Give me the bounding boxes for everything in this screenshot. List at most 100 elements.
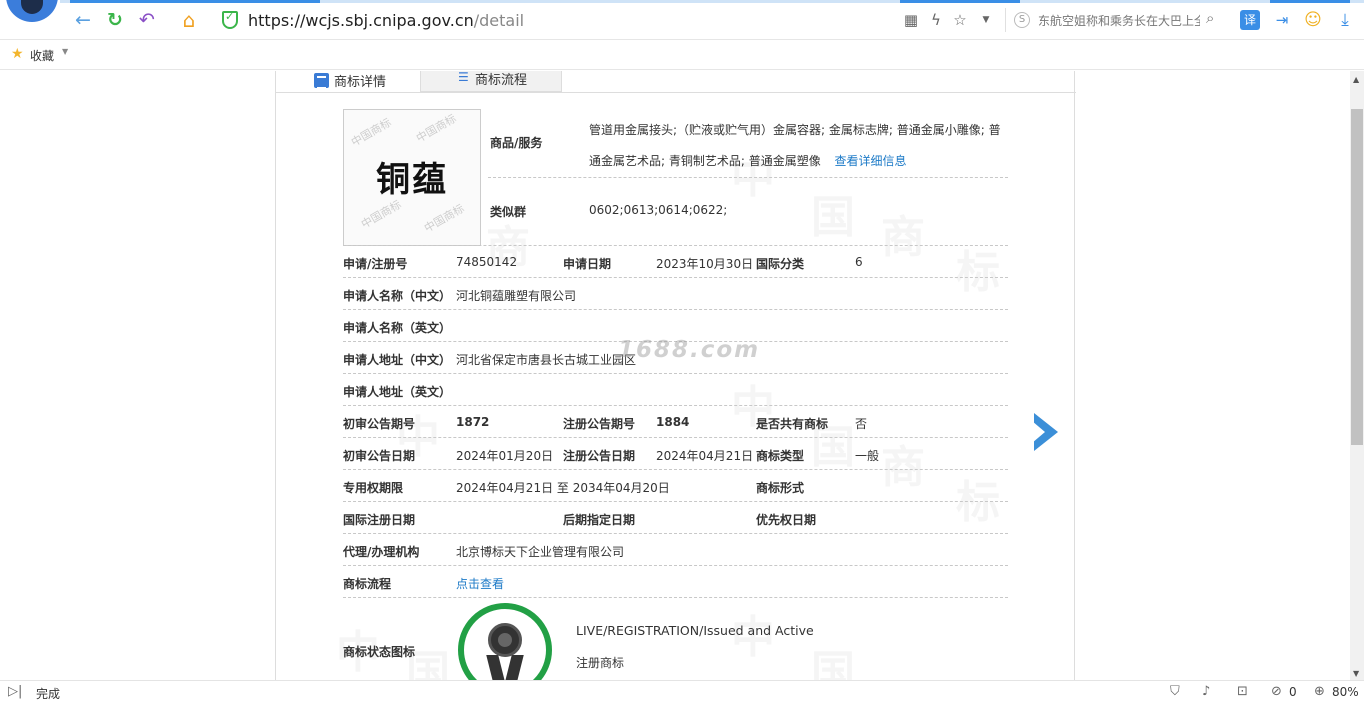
divider xyxy=(343,469,1008,470)
address-en-label: 申请人地址（英文） xyxy=(343,385,452,399)
priority-date-label: 优先权日期 xyxy=(756,513,817,527)
ad-block-count: 0 xyxy=(1289,685,1297,699)
browser-logo-icon[interactable] xyxy=(6,0,58,22)
applicant-en-label: 申请人名称（英文） xyxy=(343,321,452,335)
prelim-no-label: 初审公告期号 xyxy=(343,417,416,431)
search-engine-icon[interactable]: S xyxy=(1014,12,1030,28)
status-en: LIVE/REGISTRATION/Issued and Active xyxy=(576,623,814,638)
screenshot-icon[interactable]: ⊡ xyxy=(1237,684,1248,699)
search-box[interactable]: S 东航空姐称和乘务长在大巴上全 ⌕ xyxy=(1005,8,1230,32)
scroll-thumb[interactable] xyxy=(1351,109,1363,445)
back-arrow-icon[interactable]: ← xyxy=(72,9,94,31)
bookmark-star-icon[interactable]: ☆ xyxy=(950,10,970,30)
smiley-icon[interactable]: ☺ xyxy=(1303,10,1323,30)
zoom-icon[interactable]: ⊕ xyxy=(1314,684,1325,699)
divider xyxy=(343,405,1008,406)
translate-icon[interactable]: 译 xyxy=(1240,10,1260,30)
vertical-scrollbar[interactable]: ▲ ▼ xyxy=(1350,71,1364,680)
reg-notice-date-label: 注册公告日期 xyxy=(563,449,636,463)
divider xyxy=(343,245,1008,246)
status-text: 完成 xyxy=(36,687,61,701)
secure-shield-icon[interactable] xyxy=(222,10,238,29)
view-flow-link[interactable]: 点击查看 xyxy=(456,575,504,592)
intl-class-value: 6 xyxy=(855,255,863,269)
divider xyxy=(343,309,1008,310)
trademark-detail-panel: 中 国 商 标 商 中 国 商 标 中 中 国 中 国 商标详情 ☰ 商标流程 … xyxy=(275,71,1076,680)
divider xyxy=(343,565,1008,566)
watermark-char: 商 xyxy=(881,442,925,493)
flow-label: 商标流程 xyxy=(343,577,392,591)
qr-grid-icon[interactable]: ▦ xyxy=(901,10,921,30)
apply-date-label: 申请日期 xyxy=(563,257,612,271)
search-icon[interactable]: ⌕ xyxy=(1206,9,1214,27)
lightning-icon[interactable]: ϟ xyxy=(926,10,946,30)
reg-no-label: 申请/注册号 xyxy=(343,257,408,271)
search-input[interactable]: 东航空姐称和乘务长在大巴上全 xyxy=(1038,12,1200,29)
medal-icon xyxy=(488,623,522,657)
prelim-no-value: 1872 xyxy=(456,415,490,429)
later-date-label: 后期指定日期 xyxy=(563,513,636,527)
refresh-icon[interactable]: ↻ xyxy=(104,9,126,31)
divider xyxy=(488,177,1008,178)
login-icon[interactable]: ⇥ xyxy=(1272,10,1292,30)
tab-strip xyxy=(60,0,1364,3)
undo-icon[interactable]: ↶ xyxy=(136,9,158,31)
divider xyxy=(343,533,1008,534)
trademark-image-text: 铜蕴 xyxy=(376,160,448,200)
address-cn-label: 申请人地址（中文） xyxy=(343,353,452,367)
intl-class-label: 国际分类 xyxy=(756,257,805,271)
tm-type-label: 商标类型 xyxy=(756,449,805,463)
chevron-down-icon[interactable]: ▼ xyxy=(62,47,68,56)
favorites-menu[interactable]: 收藏 xyxy=(30,47,54,64)
tab-label: 商标流程 xyxy=(475,73,528,88)
applicant-cn-value: 河北铜蕴雕塑有限公司 xyxy=(456,289,577,303)
agent-value: 北京博标天下企业管理有限公司 xyxy=(456,545,625,559)
view-details-link[interactable]: 查看详细信息 xyxy=(835,154,907,168)
watermark-char: 国 xyxy=(811,192,855,243)
similar-group-value: 0602;0613;0614;0622; xyxy=(589,203,728,217)
exclusive-value: 2024年04月21日 至 2034年04月20日 xyxy=(456,481,670,495)
similar-group-label: 类似群 xyxy=(490,205,527,219)
home-icon[interactable]: ⌂ xyxy=(178,9,200,31)
goods-label: 商品/服务 xyxy=(490,136,543,150)
tab-trademark-detail[interactable]: 商标详情 xyxy=(276,71,420,93)
browser-toolbar: ← ↻ ↶ ⌂ https://wcjs.sbj.cnipa.gov.cn/de… xyxy=(0,0,1364,40)
sound-icon[interactable]: ♪ xyxy=(1202,684,1210,699)
prelim-date-value: 2024年01月20日 xyxy=(456,449,554,463)
stamp-pattern: 中国商标 xyxy=(421,201,467,236)
apply-date-value: 2023年10月30日 xyxy=(656,257,754,271)
reg-notice-date-value: 2024年04月21日 xyxy=(656,449,754,463)
next-arrow-icon[interactable] xyxy=(1032,413,1058,451)
stamp-pattern: 中国商标 xyxy=(348,115,394,150)
goods-text: 管道用金属接头;（贮液或贮气用）金属容器; 金属标志牌; 普通金属小雕像; 普通… xyxy=(589,123,1001,168)
stamp-pattern: 中国商标 xyxy=(358,197,404,232)
watermark-char: 标 xyxy=(956,477,1000,528)
tm-type-value: 一般 xyxy=(855,449,880,463)
dropdown-caret-icon[interactable]: ▼ xyxy=(976,10,996,30)
tab-label: 商标详情 xyxy=(334,75,387,90)
reg-no-value: 74850142 xyxy=(456,255,518,269)
url-host: https://wcjs.sbj.cnipa.gov.cn xyxy=(248,11,474,30)
watermark-1688: 1688.com xyxy=(618,337,761,363)
shield-status-icon[interactable]: ⛉ xyxy=(1170,684,1180,699)
intl-reg-date-label: 国际注册日期 xyxy=(343,513,416,527)
panel-border xyxy=(276,92,1076,93)
tab-trademark-flow[interactable]: ☰ 商标流程 xyxy=(420,71,562,92)
trademark-image[interactable]: 中国商标 中国商标 中国商标 中国商标 铜蕴 xyxy=(343,109,481,246)
download-icon[interactable]: ⤓ xyxy=(1335,10,1355,30)
ad-block-icon[interactable]: ⊘ xyxy=(1271,684,1282,699)
divider xyxy=(343,437,1008,438)
favorites-bar: ★ 收藏 ▼ xyxy=(0,40,1364,70)
tm-form-label: 商标形式 xyxy=(756,481,805,495)
watermark-char: 商 xyxy=(881,212,925,263)
zoom-level[interactable]: 80% xyxy=(1332,685,1359,699)
scroll-up-icon[interactable]: ▲ xyxy=(1353,75,1359,84)
shared-label: 是否共有商标 xyxy=(756,417,829,431)
exclusive-label: 专用权期限 xyxy=(343,481,404,495)
favorites-star-icon[interactable]: ★ xyxy=(11,46,24,62)
reg-notice-no-value: 1884 xyxy=(656,415,690,429)
address-bar[interactable]: https://wcjs.sbj.cnipa.gov.cn/detail xyxy=(248,11,524,30)
sidebar-toggle-icon[interactable]: ▷| xyxy=(8,684,22,699)
list-icon: ☰ xyxy=(458,71,469,84)
scroll-down-icon[interactable]: ▼ xyxy=(1353,669,1359,678)
